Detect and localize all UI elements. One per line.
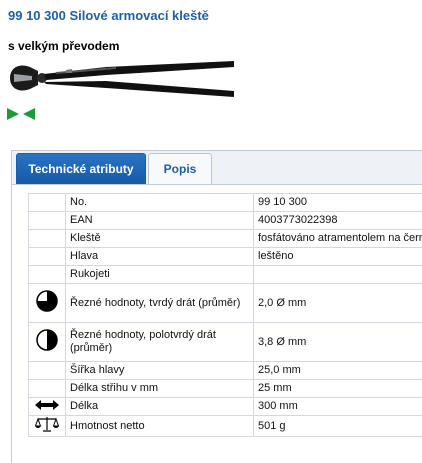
brand-logo: [7, 108, 35, 120]
attribute-value: 3,8 Ø mm: [253, 322, 422, 362]
tab-description[interactable]: Popis: [148, 153, 212, 184]
attribute-value: 4003773022398: [253, 211, 422, 230]
table-row: Hlava leštěno: [28, 247, 422, 266]
row-icon-cell: [28, 229, 66, 248]
table-row: EAN 4003773022398: [28, 211, 422, 230]
length-arrow-icon: [35, 399, 59, 410]
product-details-panel: Technické atributy Popis No. 99 10 300 E…: [11, 150, 422, 463]
attributes-table: No. 99 10 300 EAN 4003773022398 Kleště f…: [28, 193, 422, 437]
attribute-name: Šířka hlavy: [65, 361, 254, 380]
table-row: Řezné hodnoty, polotvrdý drát (průměr) 3…: [28, 322, 422, 362]
row-icon-cell: [28, 193, 66, 212]
scale-icon: [34, 417, 60, 432]
attribute-name: Hmotnost netto: [65, 415, 254, 437]
row-icon-cell: [28, 361, 66, 380]
attribute-name: Kleště: [65, 229, 254, 248]
row-icon-cell: [28, 397, 66, 416]
attribute-value: 25 mm: [253, 379, 422, 398]
table-row: Hmotnost netto 501 g: [28, 415, 422, 437]
hard-wire-icon: [36, 290, 58, 312]
attribute-name: Řezné hodnoty, tvrdý drát (průměr): [65, 283, 254, 323]
pliers-image: [10, 61, 234, 97]
tab-bar: Technické atributy Popis: [12, 151, 422, 185]
table-row: Délka střihu v mm 25 mm: [28, 379, 422, 398]
attribute-value: 99 10 300: [253, 193, 422, 212]
row-icon-cell: [28, 322, 66, 362]
attribute-name: No.: [65, 193, 254, 212]
attribute-value: 501 g: [253, 415, 422, 437]
table-row: Kleště fosfátováno atramentolem na černo: [28, 229, 422, 248]
attribute-value: 300 mm: [253, 397, 422, 416]
table-row: No. 99 10 300: [28, 193, 422, 212]
row-icon-cell: [28, 211, 66, 230]
attribute-name: Délka: [65, 397, 254, 416]
row-icon-cell: [28, 283, 66, 323]
attribute-name: Řezné hodnoty, polotvrdý drát (průměr): [65, 322, 254, 362]
attribute-value: 25,0 mm: [253, 361, 422, 380]
row-icon-cell: [28, 379, 66, 398]
attribute-value: 2,0 Ø mm: [253, 283, 422, 323]
product-title: 99 10 300 Silové armovací kleště: [8, 8, 209, 23]
attribute-name: Rukojeti: [65, 265, 254, 284]
row-icon-cell: [28, 265, 66, 284]
attribute-name: Hlava: [65, 247, 254, 266]
row-icon-cell: [28, 247, 66, 266]
table-row: Délka 300 mm: [28, 397, 422, 416]
attribute-value: fosfátováno atramentolem na černo: [253, 229, 422, 248]
medium-hard-wire-icon: [36, 329, 58, 351]
attribute-value: [253, 265, 422, 284]
attribute-value: leštěno: [253, 247, 422, 266]
table-row: Šířka hlavy 25,0 mm: [28, 361, 422, 380]
attribute-name: EAN: [65, 211, 254, 230]
attribute-name: Délka střihu v mm: [65, 379, 254, 398]
table-row: Řezné hodnoty, tvrdý drát (průměr) 2,0 Ø…: [28, 283, 422, 323]
row-icon-cell: [28, 415, 66, 437]
product-subtitle: s velkým převodem: [8, 39, 120, 53]
tab-technical-attributes[interactable]: Technické atributy: [16, 153, 146, 184]
table-row: Rukojeti: [28, 265, 422, 284]
